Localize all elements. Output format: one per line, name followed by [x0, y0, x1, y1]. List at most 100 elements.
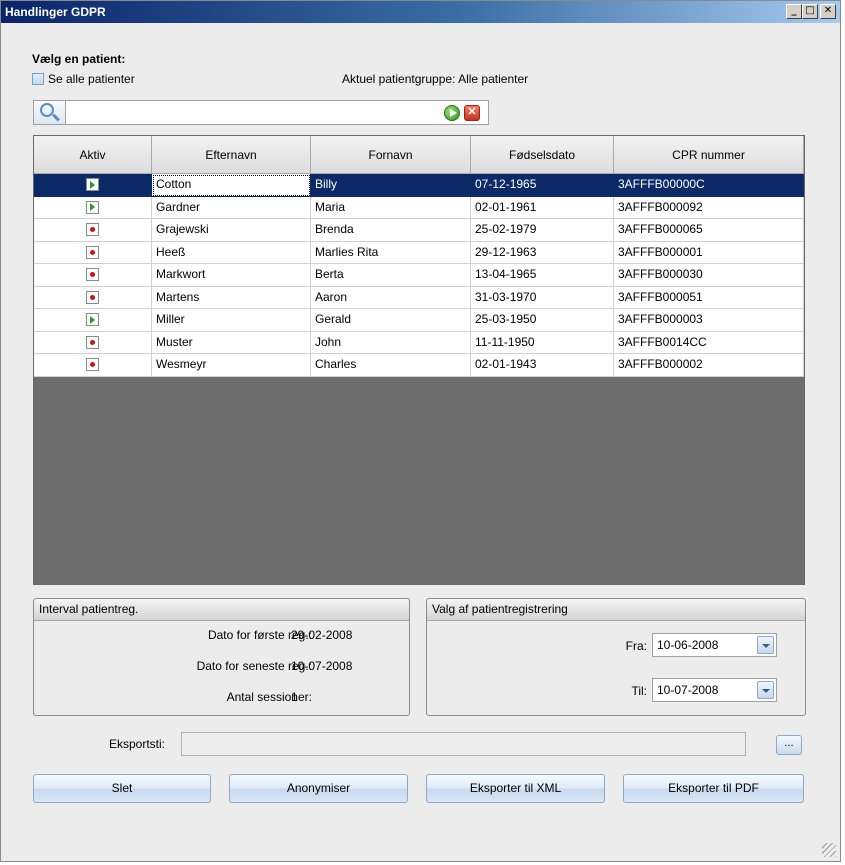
- cell-cpr[interactable]: 3AFFFB00000C: [614, 174, 804, 197]
- window-controls: _ □ ✕: [786, 4, 836, 19]
- table-row[interactable]: Gardner Maria 02-01-1961 3AFFFB000092: [34, 196, 804, 219]
- cell-efternavn[interactable]: Gardner: [152, 196, 311, 219]
- cell-fornavn[interactable]: Maria: [311, 196, 471, 219]
- export-path-field[interactable]: [181, 732, 746, 756]
- active-status-icon: [86, 313, 99, 327]
- cell-foedselsdato[interactable]: 11-11-1950: [471, 331, 614, 354]
- cell-cpr[interactable]: 3AFFFB000001: [614, 241, 804, 264]
- search-input[interactable]: [68, 103, 438, 122]
- maximize-button[interactable]: □: [802, 4, 818, 19]
- selection-group: Valg af patientregistrering Fra: 10-06-2…: [426, 598, 806, 716]
- inactive-status-icon: [86, 335, 99, 349]
- table-row[interactable]: Martens Aaron 31-03-1970 3AFFFB000051: [34, 286, 804, 309]
- current-group-label: Aktuel patientgruppe: Alle patienter: [342, 72, 529, 86]
- active-status-icon: [86, 178, 99, 192]
- from-date-picker[interactable]: 10-06-2008: [652, 633, 777, 657]
- cell-fornavn[interactable]: Billy: [311, 174, 471, 197]
- select-patient-heading: Vælg en patient:: [32, 52, 126, 66]
- cell-fornavn[interactable]: Brenda: [311, 219, 471, 242]
- to-date-value: 10-07-2008: [657, 683, 719, 697]
- cell-foedselsdato[interactable]: 25-02-1979: [471, 219, 614, 242]
- column-header-efternavn[interactable]: Efternavn: [152, 136, 311, 174]
- cell-foedselsdato[interactable]: 13-04-1965: [471, 264, 614, 287]
- cell-aktiv[interactable]: [34, 264, 152, 287]
- cell-fornavn[interactable]: John: [311, 331, 471, 354]
- title-bar[interactable]: Handlinger GDPR _ □ ✕: [1, 1, 840, 23]
- table-row[interactable]: Muster John 11-11-1950 3AFFFB0014CC: [34, 331, 804, 354]
- table-row[interactable]: Cotton Billy 07-12-1965 3AFFFB00000C: [34, 174, 804, 197]
- cell-foedselsdato[interactable]: 25-03-1950: [471, 309, 614, 332]
- cell-efternavn[interactable]: Heeß: [152, 241, 311, 264]
- inactive-status-icon: [86, 290, 99, 304]
- cell-cpr[interactable]: 3AFFFB000092: [614, 196, 804, 219]
- export-xml-button[interactable]: Eksporter til XML: [426, 774, 605, 803]
- export-pdf-button[interactable]: Eksporter til PDF: [623, 774, 804, 803]
- column-header-cpr[interactable]: CPR nummer: [614, 136, 804, 174]
- minimize-button[interactable]: _: [786, 4, 802, 19]
- inactive-status-icon: [86, 245, 99, 259]
- table-row[interactable]: Heeß Marlies Rita 29-12-1963 3AFFFB000001: [34, 241, 804, 264]
- export-path-label: Eksportsti:: [109, 737, 166, 751]
- cell-fornavn[interactable]: Berta: [311, 264, 471, 287]
- from-date-value: 10-06-2008: [657, 638, 719, 652]
- cell-cpr[interactable]: 3AFFFB000003: [614, 309, 804, 332]
- clear-icon[interactable]: ✕: [464, 105, 480, 121]
- anonymize-button[interactable]: Anonymiser: [229, 774, 408, 803]
- inactive-status-icon: [86, 358, 99, 372]
- cell-efternavn[interactable]: Grajewski: [152, 219, 311, 242]
- column-header-foedselsdato[interactable]: Fødselsdato: [471, 136, 614, 174]
- to-dropdown-icon[interactable]: [757, 681, 774, 699]
- cell-aktiv[interactable]: [34, 241, 152, 264]
- close-button[interactable]: ✕: [820, 4, 836, 19]
- table-row[interactable]: Markwort Berta 13-04-1965 3AFFFB000030: [34, 264, 804, 287]
- cell-fornavn[interactable]: Marlies Rita: [311, 241, 471, 264]
- cell-foedselsdato[interactable]: 07-12-1965: [471, 174, 614, 197]
- last-reg-value: 10-07-2008: [291, 659, 353, 673]
- browse-button[interactable]: ...: [776, 735, 802, 755]
- window-title: Handlinger GDPR: [5, 5, 106, 19]
- resize-grip-icon[interactable]: [822, 843, 836, 857]
- cell-aktiv[interactable]: [34, 354, 152, 377]
- selection-group-title: Valg af patientregistrering: [427, 599, 805, 621]
- cell-cpr[interactable]: 3AFFFB0014CC: [614, 331, 804, 354]
- cell-cpr[interactable]: 3AFFFB000065: [614, 219, 804, 242]
- cell-aktiv[interactable]: [34, 219, 152, 242]
- table-row[interactable]: Grajewski Brenda 25-02-1979 3AFFFB000065: [34, 219, 804, 242]
- cell-cpr[interactable]: 3AFFFB000030: [614, 264, 804, 287]
- cell-efternavn[interactable]: Markwort: [152, 264, 311, 287]
- to-date-picker[interactable]: 10-07-2008: [652, 678, 777, 702]
- show-all-checkbox[interactable]: [32, 73, 44, 85]
- cell-fornavn[interactable]: Gerald: [311, 309, 471, 332]
- cell-fornavn[interactable]: Charles: [311, 354, 471, 377]
- cell-foedselsdato[interactable]: 29-12-1963: [471, 241, 614, 264]
- from-dropdown-icon[interactable]: [757, 636, 774, 654]
- show-all-label[interactable]: Se alle patienter: [48, 72, 135, 86]
- cell-efternavn[interactable]: Muster: [152, 331, 311, 354]
- cell-efternavn[interactable]: Martens: [152, 286, 311, 309]
- cell-foedselsdato[interactable]: 02-01-1943: [471, 354, 614, 377]
- cell-aktiv[interactable]: [34, 286, 152, 309]
- cell-efternavn[interactable]: Miller: [152, 309, 311, 332]
- cell-efternavn[interactable]: Cotton: [152, 174, 311, 197]
- column-header-fornavn[interactable]: Fornavn: [311, 136, 471, 174]
- table-row[interactable]: Miller Gerald 25-03-1950 3AFFFB000003: [34, 309, 804, 332]
- table-body: Cotton Billy 07-12-1965 3AFFFB00000C Gardner…: [34, 174, 804, 377]
- cell-foedselsdato[interactable]: 31-03-1970: [471, 286, 614, 309]
- last-reg-label: Dato for seneste reg.:: [196, 659, 312, 673]
- cell-aktiv[interactable]: [34, 196, 152, 219]
- interval-group-title: Interval patientreg.: [34, 599, 409, 621]
- cell-fornavn[interactable]: Aaron: [311, 286, 471, 309]
- cell-aktiv[interactable]: [34, 309, 152, 332]
- cell-cpr[interactable]: 3AFFFB000002: [614, 354, 804, 377]
- table-row[interactable]: Wesmeyr Charles 02-01-1943 3AFFFB000002: [34, 354, 804, 377]
- cell-foedselsdato[interactable]: 02-01-1961: [471, 196, 614, 219]
- go-icon[interactable]: [444, 105, 460, 121]
- gdpr-window: Handlinger GDPR _ □ ✕ Vælg en patient: S…: [0, 0, 841, 862]
- cell-aktiv[interactable]: [34, 174, 152, 197]
- cell-cpr[interactable]: 3AFFFB000051: [614, 286, 804, 309]
- column-header-aktiv[interactable]: Aktiv: [34, 136, 152, 174]
- cell-efternavn[interactable]: Wesmeyr: [152, 354, 311, 377]
- delete-button[interactable]: Slet: [33, 774, 211, 803]
- cell-aktiv[interactable]: [34, 331, 152, 354]
- search-icon[interactable]: [34, 101, 66, 124]
